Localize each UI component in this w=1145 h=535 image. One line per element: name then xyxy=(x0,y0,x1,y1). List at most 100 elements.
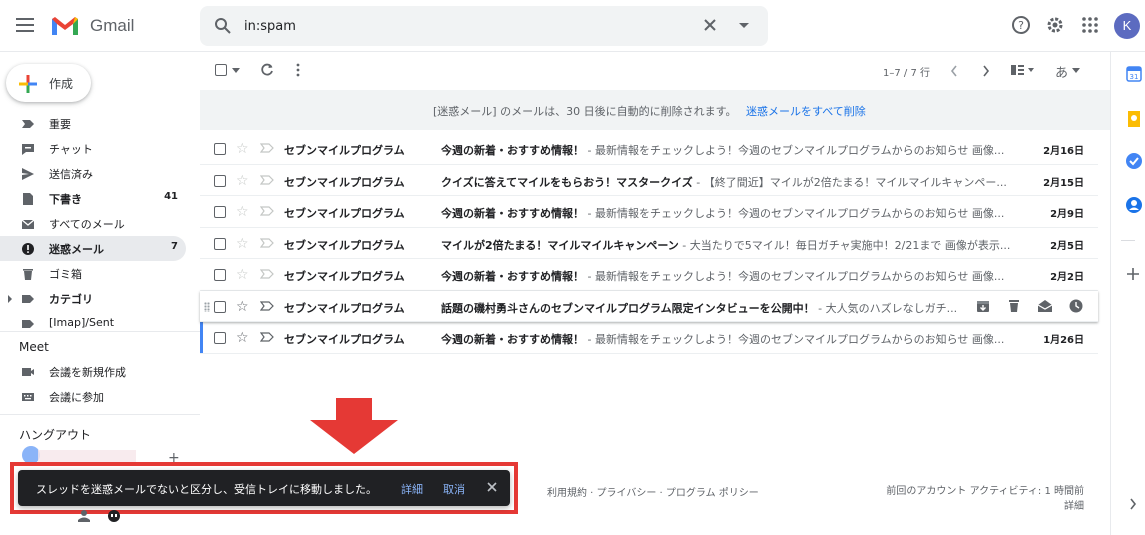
star-icon[interactable]: ☆ xyxy=(236,267,249,283)
apps-grid-icon[interactable] xyxy=(1080,15,1100,35)
sidebar-item-chat[interactable]: チャット xyxy=(0,136,186,161)
sidebar-item-drafts[interactable]: 下書き 41 xyxy=(0,186,186,211)
footer-policy-links[interactable]: 利用規約 · プライバシー · プログラム ポリシー xyxy=(547,484,759,499)
importance-marker-icon[interactable] xyxy=(260,206,274,216)
search-options-icon[interactable] xyxy=(739,23,749,28)
row-checkbox[interactable] xyxy=(214,237,226,250)
spam-icon xyxy=(22,243,34,255)
activity-details-link[interactable]: 詳細 xyxy=(886,499,1084,514)
sidebar-item-label: チャット xyxy=(49,143,93,156)
email-row-hovered[interactable]: ☆ セブンマイルプログラム 話題の磯村勇斗さんのセブンマイルプログラム限定インタ… xyxy=(200,290,1098,322)
email-row[interactable]: ☆ セブンマイルプログラム マイルが2倍たまる！マイルマイルキャンペーン - 大… xyxy=(200,227,1098,259)
keep-icon[interactable] xyxy=(1126,110,1142,128)
get-addons-plus-icon[interactable] xyxy=(1127,268,1139,280)
search-bar[interactable] xyxy=(200,6,768,46)
delete-icon[interactable] xyxy=(1006,298,1022,314)
search-icon[interactable] xyxy=(214,17,232,35)
sidebar-item-count: 7 xyxy=(171,241,178,252)
app-name[interactable]: Gmail xyxy=(90,16,134,36)
sidebar-item-all-mail[interactable]: すべてのメール xyxy=(0,211,186,236)
person-icon[interactable] xyxy=(76,510,92,526)
spam-info-banner: [迷惑メール] のメールは、30 日後に自動的に削除されます。 迷惑メールをすべ… xyxy=(200,90,1110,130)
sidebar-item-categories[interactable]: カテゴリ xyxy=(0,286,186,311)
importance-marker-icon[interactable] xyxy=(260,332,274,342)
refresh-icon[interactable] xyxy=(260,63,274,77)
expand-arrow-icon[interactable] xyxy=(8,295,12,303)
compose-button[interactable]: 作成 xyxy=(6,64,91,102)
snackbar-undo-button[interactable]: 取消 xyxy=(443,481,465,497)
select-dropdown-icon[interactable] xyxy=(232,68,240,73)
new-meeting-item[interactable]: 会議を新規作成 xyxy=(0,359,200,384)
sidebar-item-imap-sent[interactable]: [Imap]/Sent xyxy=(0,311,186,329)
email-content: クイズに答えてマイルをもらおう！マスタークイズ - 【終了間近】マイルが2倍たま… xyxy=(441,174,1013,190)
importance-marker-icon[interactable] xyxy=(260,143,274,153)
row-checkbox[interactable] xyxy=(214,206,226,218)
sidebar-item-label: すべてのメール xyxy=(49,218,125,231)
select-all-checkbox[interactable] xyxy=(215,64,227,76)
gmail-logo-icon[interactable] xyxy=(50,15,80,37)
email-content: 今週の新着・おすすめ情報！ - 最新情報をチェックしよう！今週のセブンマイルプロ… xyxy=(441,331,1013,347)
rail-divider xyxy=(1121,240,1135,241)
star-icon[interactable]: ☆ xyxy=(236,141,249,157)
split-pane-icon[interactable] xyxy=(1010,64,1034,76)
input-tools-button[interactable]: あ xyxy=(1055,62,1068,81)
contacts-icon[interactable] xyxy=(1125,196,1143,214)
drag-handle-icon[interactable] xyxy=(204,301,210,312)
label-icon xyxy=(22,320,34,328)
show-side-panel-icon[interactable] xyxy=(1129,498,1137,510)
star-icon[interactable]: ☆ xyxy=(236,236,249,252)
annotation-arrow-down-icon xyxy=(310,398,398,454)
compose-label: 作成 xyxy=(49,77,74,91)
delete-all-spam-link[interactable]: 迷惑メールをすべて削除 xyxy=(746,103,866,119)
close-icon[interactable] xyxy=(486,481,498,493)
snackbar-details-link[interactable]: 詳細 xyxy=(401,481,423,497)
importance-marker-icon[interactable] xyxy=(260,300,274,311)
mark-as-read-icon[interactable] xyxy=(1037,298,1053,314)
clear-search-icon[interactable] xyxy=(702,17,718,33)
importance-marker-icon[interactable] xyxy=(260,174,274,185)
sidebar-item-label: カテゴリ xyxy=(49,293,93,306)
search-input[interactable] xyxy=(244,16,684,36)
email-snippet: - 大人気のハズレなしガチ... xyxy=(814,301,958,315)
sidebar-item-important[interactable]: 重要 xyxy=(0,111,186,136)
email-row[interactable]: ☆ セブンマイルプログラム 今週の新着・おすすめ情報！ - 最新情報をチェックし… xyxy=(200,196,1098,228)
sidebar-item-spam[interactable]: 迷惑メール 7 xyxy=(0,236,186,261)
row-checkbox[interactable] xyxy=(214,269,226,281)
join-meeting-item[interactable]: 会議に参加 xyxy=(0,384,200,409)
row-checkbox[interactable] xyxy=(214,300,226,313)
snooze-clock-icon[interactable] xyxy=(1068,298,1084,314)
account-avatar[interactable]: K xyxy=(1114,13,1140,39)
main-menu-icon[interactable] xyxy=(16,18,34,32)
calendar-icon[interactable]: 31 xyxy=(1126,66,1142,82)
archive-icon[interactable] xyxy=(975,298,991,314)
row-checkbox[interactable] xyxy=(214,174,226,187)
help-icon[interactable]: ? xyxy=(1011,15,1031,35)
sidebar-divider xyxy=(0,331,200,332)
importance-marker-icon[interactable] xyxy=(260,269,274,279)
hangouts-chat-icon[interactable] xyxy=(106,510,122,526)
star-icon[interactable]: ☆ xyxy=(236,204,249,220)
more-options-icon[interactable] xyxy=(296,63,300,77)
importance-marker-icon[interactable] xyxy=(260,237,274,248)
star-icon[interactable]: ☆ xyxy=(236,173,249,189)
star-icon[interactable]: ☆ xyxy=(236,299,249,315)
email-date: 2月9日 xyxy=(1050,209,1084,220)
prev-page-icon[interactable] xyxy=(950,65,958,77)
mail-toolbar: 1–7 / 7 行 あ xyxy=(200,56,1110,86)
svg-text:31: 31 xyxy=(1130,73,1139,81)
star-icon[interactable]: ☆ xyxy=(236,330,249,346)
email-row[interactable]: ☆ セブンマイルプログラム クイズに答えてマイルをもらおう！マスタークイズ - … xyxy=(200,164,1098,196)
account-activity: 前回のアカウント アクティビティ: 1 時間前 詳細 xyxy=(886,484,1084,514)
email-row[interactable]: ☆ セブンマイルプログラム 今週の新着・おすすめ情報！ - 最新情報をチェックし… xyxy=(200,259,1098,291)
sidebar-item-sent[interactable]: 送信済み xyxy=(0,161,186,186)
label-icon xyxy=(22,295,34,303)
row-checkbox[interactable] xyxy=(214,332,226,344)
next-page-icon[interactable] xyxy=(982,65,990,77)
tasks-icon[interactable] xyxy=(1125,152,1143,170)
email-row[interactable]: ☆ セブンマイルプログラム 今週の新着・おすすめ情報！ - 最新情報をチェックし… xyxy=(200,322,1098,354)
sidebar-item-trash[interactable]: ゴミ箱 xyxy=(0,261,186,286)
settings-gear-icon[interactable] xyxy=(1045,15,1065,35)
input-tools-dropdown-icon[interactable] xyxy=(1072,68,1080,73)
row-checkbox[interactable] xyxy=(214,143,226,155)
email-row[interactable]: ☆ セブンマイルプログラム 今週の新着・おすすめ情報！ - 最新情報をチェックし… xyxy=(200,133,1098,165)
